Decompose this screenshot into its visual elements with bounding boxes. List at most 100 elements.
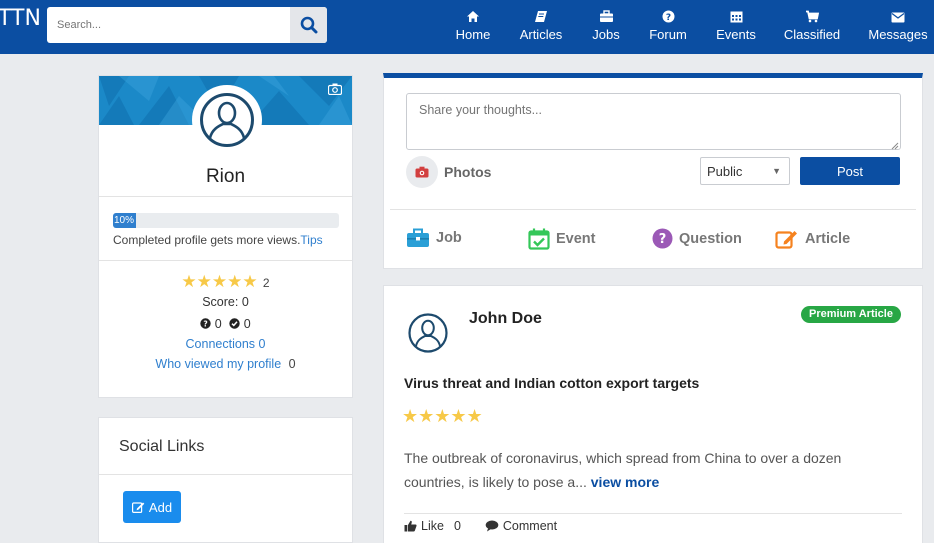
author-avatar-icon[interactable] — [408, 313, 448, 353]
resize-handle-icon[interactable] — [891, 142, 899, 150]
top-navbar: TTN Home Articles Jobs ? Forum Eve — [0, 0, 934, 54]
profile-card: Rion 10% Completed profile gets more vie… — [98, 75, 353, 398]
nav-jobs[interactable]: Jobs — [589, 0, 623, 54]
photo-icon-wrap — [406, 156, 438, 188]
progress-hint-text: Completed profile gets more views. — [113, 233, 301, 247]
job-label: Job — [436, 230, 462, 246]
comment-button[interactable]: Comment — [485, 519, 557, 533]
article-excerpt: The outbreak of coronavirus, which sprea… — [404, 446, 904, 494]
create-question-button[interactable]: ? Question — [652, 228, 742, 249]
question-circle-icon: ? — [200, 318, 212, 329]
qa-counts: ? 0 0 — [99, 317, 352, 331]
viewed-count: 0 — [288, 357, 296, 371]
nav-label: Classified — [783, 27, 841, 42]
who-viewed-link[interactable]: Who viewed my profile — [155, 357, 281, 371]
question-label: Question — [679, 230, 742, 247]
question-circle-icon: ? — [652, 228, 673, 249]
progress-fill: 10% — [113, 213, 136, 228]
nav-home[interactable]: Home — [450, 0, 496, 54]
questions-count: 0 — [214, 317, 222, 331]
thumbs-up-icon — [404, 520, 417, 532]
rating-stars: ★★★★★ — [181, 272, 258, 291]
divider — [99, 260, 352, 261]
create-event-button[interactable]: Event — [528, 228, 596, 250]
connections-row: Connections 0 — [99, 337, 352, 351]
divider — [99, 474, 352, 475]
rating-count: 2 — [262, 276, 270, 290]
answers-count: 0 — [243, 317, 251, 331]
question-circle-icon: ? — [662, 10, 674, 23]
search-input[interactable] — [47, 7, 290, 43]
nav-events[interactable]: Events — [714, 0, 758, 54]
view-more-link[interactable]: view more — [591, 474, 659, 490]
create-job-button[interactable]: Job — [406, 228, 462, 248]
like-button[interactable]: Like 0 — [404, 519, 461, 533]
like-label: Like — [421, 519, 444, 533]
profile-rating: ★★★★★ 2 — [99, 272, 352, 292]
profile-progress-bar: 10% — [113, 213, 339, 228]
article-rating-stars: ★★★★★ — [402, 406, 483, 426]
search-box — [47, 7, 327, 43]
change-cover-button[interactable] — [327, 82, 343, 100]
add-label: Add — [148, 499, 173, 515]
add-photos-button[interactable]: Photos — [406, 156, 491, 188]
like-count: 0 — [453, 519, 461, 533]
connections-count[interactable]: 0 — [259, 337, 266, 351]
create-article-button[interactable]: Article — [775, 228, 850, 249]
camera-icon — [327, 83, 343, 96]
search-button[interactable] — [290, 7, 327, 43]
nav-forum[interactable]: ? Forum — [646, 0, 690, 54]
svg-text:?: ? — [204, 320, 208, 329]
premium-badge: Premium Article — [801, 306, 901, 323]
calendar-icon — [730, 11, 742, 23]
progress-hint: Completed profile gets more views.Tips — [113, 233, 323, 247]
comment-icon — [485, 520, 499, 532]
book-icon — [535, 11, 547, 22]
divider — [99, 196, 352, 197]
divider — [404, 513, 902, 514]
viewed-row: Who viewed my profile 0 — [99, 357, 352, 371]
article-title[interactable]: Virus threat and Indian cotton export ta… — [404, 375, 699, 391]
calendar-check-icon — [528, 228, 550, 250]
event-label: Event — [556, 231, 596, 247]
tips-link[interactable]: Tips — [300, 233, 322, 247]
author-name[interactable]: John Doe — [469, 310, 542, 328]
briefcase-icon — [407, 228, 429, 247]
profile-name[interactable]: Rion — [99, 166, 352, 188]
svg-text:?: ? — [659, 232, 667, 247]
site-logo[interactable]: TTN — [0, 6, 41, 31]
envelope-icon — [891, 12, 905, 23]
article-label: Article — [805, 230, 851, 247]
home-icon — [467, 11, 479, 22]
user-avatar-icon — [200, 93, 254, 147]
nav-label: Forum — [649, 27, 687, 42]
profile-score: Score: 0 — [202, 295, 249, 309]
visibility-select[interactable]: Public ▼ — [700, 157, 790, 185]
add-social-link-button[interactable]: Add — [123, 491, 181, 523]
profile-avatar[interactable] — [192, 85, 262, 155]
post-button[interactable]: Post — [800, 157, 900, 185]
article-post-card: John Doe Premium Article Virus threat an… — [383, 285, 923, 543]
connections-link[interactable]: Connections — [186, 337, 256, 351]
briefcase-icon — [599, 10, 613, 22]
svg-text:?: ? — [665, 13, 670, 23]
edit-icon — [131, 502, 145, 513]
nav-classified[interactable]: Classified — [782, 0, 842, 54]
nav-messages[interactable]: Messages — [868, 0, 928, 54]
nav-label: Events — [716, 27, 756, 42]
camera-icon — [415, 166, 429, 178]
search-icon — [300, 16, 317, 34]
divider — [390, 209, 916, 210]
photos-label: Photos — [444, 164, 492, 180]
article-actions: Like 0 Comment — [404, 519, 557, 533]
check-circle-icon — [229, 318, 240, 329]
edit-icon — [775, 231, 797, 249]
nav-articles[interactable]: Articles — [516, 0, 566, 54]
visibility-value: Public — [707, 164, 743, 179]
nav-label: Jobs — [592, 27, 620, 42]
share-thoughts-input[interactable] — [406, 93, 901, 150]
social-links-title: Social Links — [119, 438, 205, 455]
comment-label: Comment — [502, 519, 558, 533]
social-links-card: Social Links Add — [98, 417, 353, 543]
nav-label: Home — [455, 27, 491, 42]
